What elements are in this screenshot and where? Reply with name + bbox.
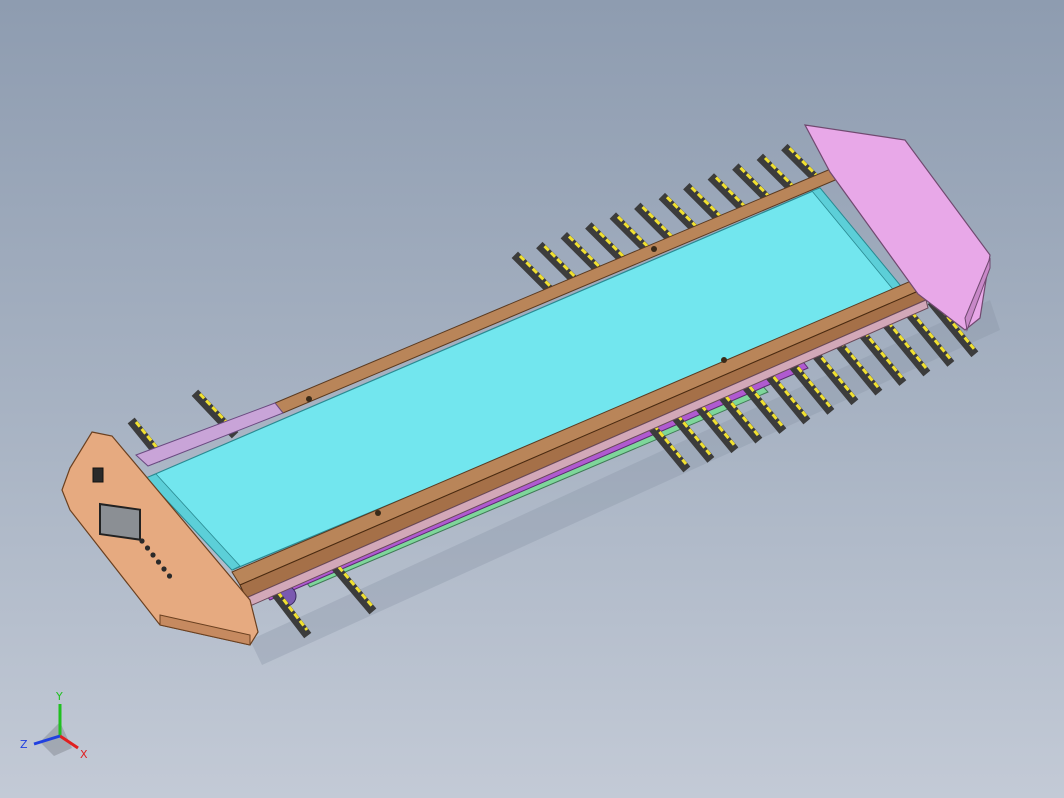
far-roller <box>560 232 604 275</box>
triad-x-label: X <box>80 748 88 761</box>
far-roller <box>781 143 824 187</box>
control-panel-button[interactable] <box>155 559 162 565</box>
triad-y-label: Y <box>55 690 63 703</box>
control-panel-button[interactable] <box>139 538 145 544</box>
far-roller <box>536 241 579 285</box>
far-roller <box>634 202 677 246</box>
far-rail-bolt <box>306 396 312 402</box>
conveyor-belt[interactable] <box>144 187 905 571</box>
near-rail-bolt <box>375 510 381 516</box>
far-rail-bolt <box>651 246 657 252</box>
control-panel-button[interactable] <box>161 566 167 572</box>
far-roller <box>609 212 653 256</box>
far-roller <box>732 163 775 207</box>
control-panel-button[interactable] <box>144 545 151 551</box>
far-roller <box>683 183 726 226</box>
control-panel-button[interactable] <box>150 552 156 558</box>
orientation-triad: Y X Z <box>20 690 88 761</box>
far-roller <box>658 192 702 236</box>
near-rail-bolt <box>721 357 727 363</box>
triad-z-label: Z <box>20 738 28 751</box>
emergency-stop-button[interactable] <box>92 467 104 483</box>
cad-viewport[interactable]: Y X Z <box>0 0 1064 798</box>
far-roller <box>585 222 628 265</box>
far-roller <box>511 251 555 295</box>
far-roller <box>756 153 800 197</box>
far-roller <box>707 173 751 216</box>
control-panel-screen[interactable] <box>99 502 141 541</box>
control-panel-button[interactable] <box>166 573 173 579</box>
conveyor-assembly-model[interactable] <box>0 0 1064 798</box>
